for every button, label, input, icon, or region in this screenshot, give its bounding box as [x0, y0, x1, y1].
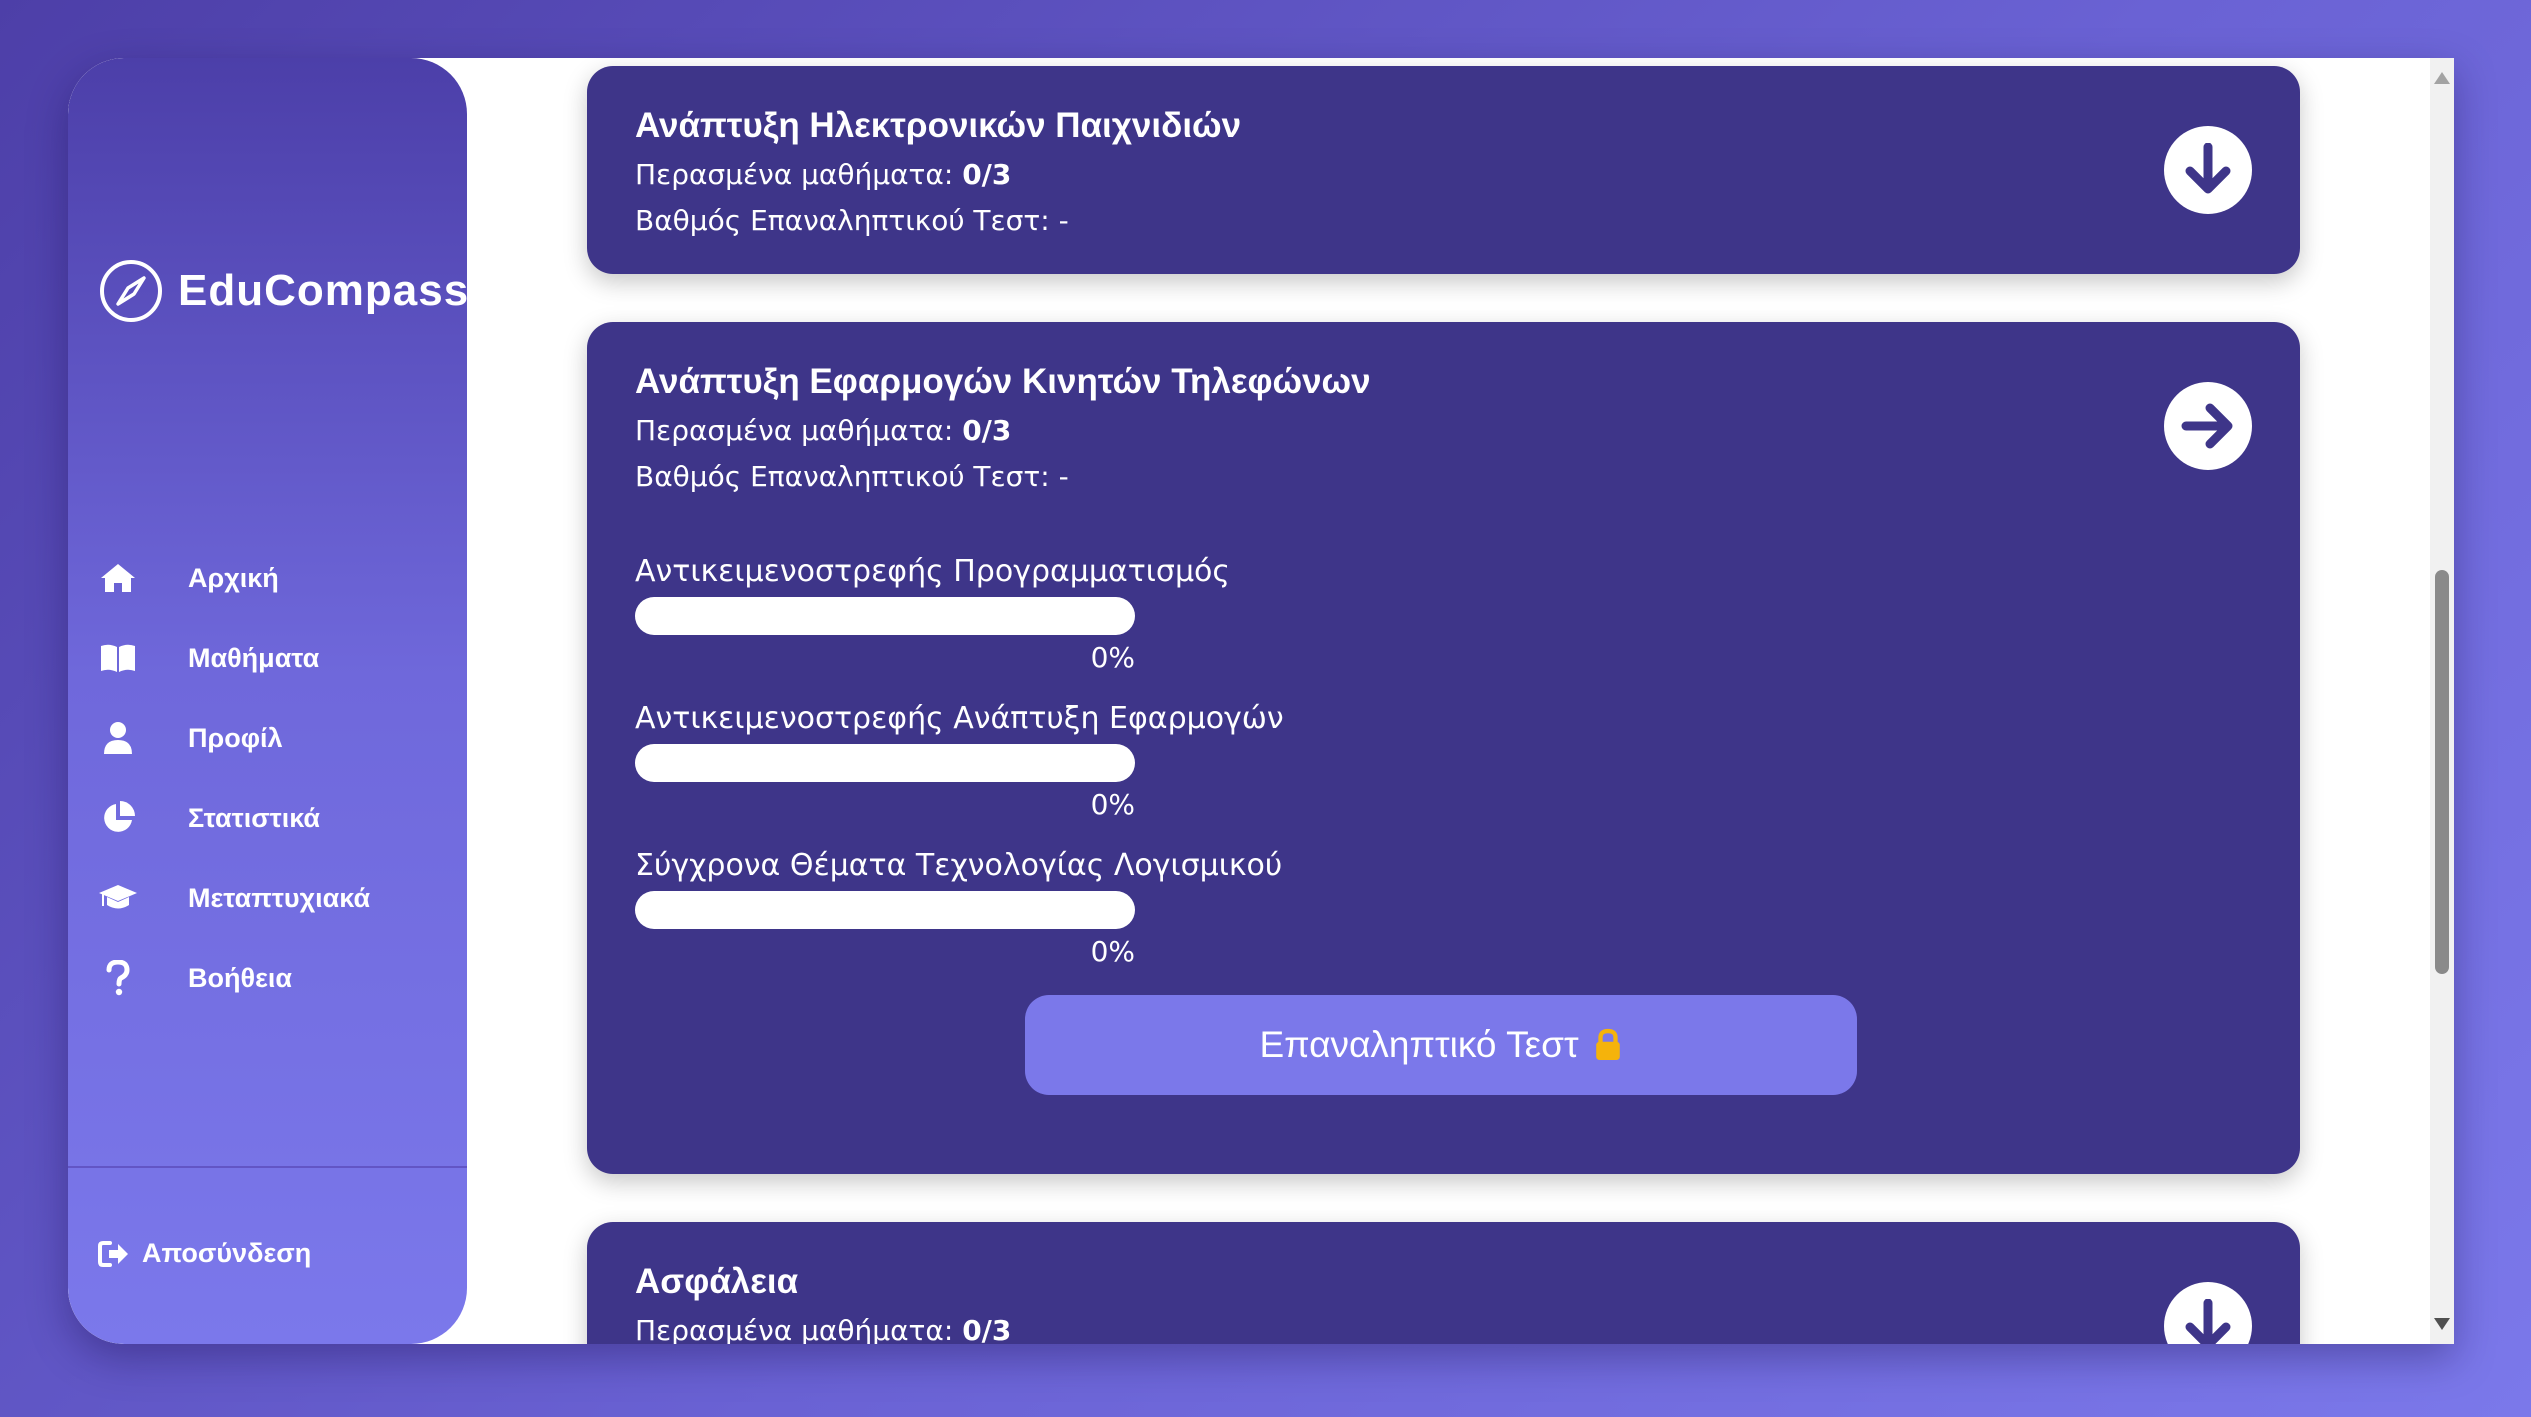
brand-name: EduCompass: [178, 266, 470, 315]
test-grade: Βαθμός Επαναληπτικού Τεστ: -: [635, 204, 1069, 237]
user-icon: [98, 718, 138, 758]
graduation-cap-icon: [98, 878, 138, 918]
nav-item-postgraduate[interactable]: Μεταπτυχιακά: [98, 858, 458, 938]
sign-out-icon: [98, 1240, 128, 1267]
course-card-game-dev: Ανάπτυξη Ηλεκτρονικών Παιχνιδιών Περασμέ…: [587, 66, 2300, 274]
nav-item-courses[interactable]: Μαθήματα: [98, 618, 458, 698]
expand-button[interactable]: [2164, 126, 2252, 214]
scrollbar-thumb[interactable]: [2435, 570, 2449, 974]
course-title: Ανάπτυξη Εφαρμογών Κινητών Τηλεφώνων: [635, 362, 1371, 401]
nav-item-help[interactable]: Βοήθεια: [98, 938, 458, 1018]
passed-lessons: Περασμένα μαθήματα: 0/3: [635, 414, 1012, 447]
compass-icon: [100, 260, 162, 322]
arrow-down-icon: [2185, 1299, 2231, 1344]
course-title: Ανάπτυξη Ηλεκτρονικών Παιχνιδιών: [635, 106, 1242, 145]
review-test-button[interactable]: Επαναληπτικό Τεστ: [1025, 995, 1857, 1095]
app-window: EduCompass Αρχική Μαθήματα Προφίλ Στατισ…: [68, 58, 2454, 1344]
main-content: Ανάπτυξη Ηλεκτρονικών Παιχνιδιών Περασμέ…: [467, 58, 2430, 1344]
course-card-security: Ασφάλεια Περασμένα μαθήματα: 0/3: [587, 1222, 2300, 1344]
pie-chart-icon: [98, 798, 138, 838]
arrow-down-icon: [2185, 143, 2231, 194]
nav-item-profile[interactable]: Προφίλ: [98, 698, 458, 778]
test-grade: Βαθμός Επαναληπτικού Τεστ: -: [635, 460, 1069, 493]
progress-percent: 0%: [1090, 935, 1135, 968]
main-nav: Αρχική Μαθήματα Προφίλ Στατιστικά Μεταπτ…: [98, 538, 458, 1018]
logo[interactable]: EduCompass: [98, 258, 469, 324]
progress-percent: 0%: [1090, 641, 1135, 674]
sidebar-divider: [68, 1166, 467, 1168]
lesson-name: Αντικειμενοστρεφής Ανάπτυξη Εφαρμογών: [635, 701, 1284, 736]
nav-item-home[interactable]: Αρχική: [98, 538, 458, 618]
passed-lessons: Περασμένα μαθήματα: 0/3: [635, 1314, 1012, 1344]
scroll-down-arrow[interactable]: [2434, 1318, 2450, 1330]
nav-item-statistics[interactable]: Στατιστικά: [98, 778, 458, 858]
sidebar: EduCompass Αρχική Μαθήματα Προφίλ Στατισ…: [68, 58, 469, 1344]
open-course-button[interactable]: [2164, 382, 2252, 470]
course-title: Ασφάλεια: [635, 1262, 799, 1301]
arrow-right-icon: [2181, 403, 2233, 449]
scrollbar[interactable]: [2430, 58, 2454, 1344]
scroll-up-arrow[interactable]: [2434, 72, 2450, 84]
progress-bar: [635, 891, 1135, 929]
logout-button[interactable]: Αποσύνδεση: [98, 1238, 311, 1269]
lesson-item: Αντικειμενοστρεφής Ανάπτυξη Εφαρμογών 0%: [635, 701, 1284, 821]
course-card-mobile-dev: Ανάπτυξη Εφαρμογών Κινητών Τηλεφώνων Περ…: [587, 322, 2300, 1174]
passed-lessons: Περασμένα μαθήματα: 0/3: [635, 158, 1012, 191]
progress-bar: [635, 597, 1135, 635]
progress-percent: 0%: [1090, 788, 1135, 821]
lock-icon: [1595, 1028, 1620, 1060]
lesson-item: Αντικειμενοστρεφής Προγραμματισμός 0%: [635, 554, 1230, 674]
expand-button[interactable]: [2164, 1282, 2252, 1344]
progress-bar: [635, 744, 1135, 782]
question-icon: [98, 958, 138, 998]
book-icon: [98, 638, 138, 678]
lesson-item: Σύγχρονα Θέματα Τεχνολογίας Λογισμικού 0…: [635, 848, 1282, 968]
home-icon: [98, 558, 138, 598]
lesson-name: Σύγχρονα Θέματα Τεχνολογίας Λογισμικού: [635, 848, 1283, 883]
lesson-name: Αντικειμενοστρεφής Προγραμματισμός: [635, 554, 1230, 589]
